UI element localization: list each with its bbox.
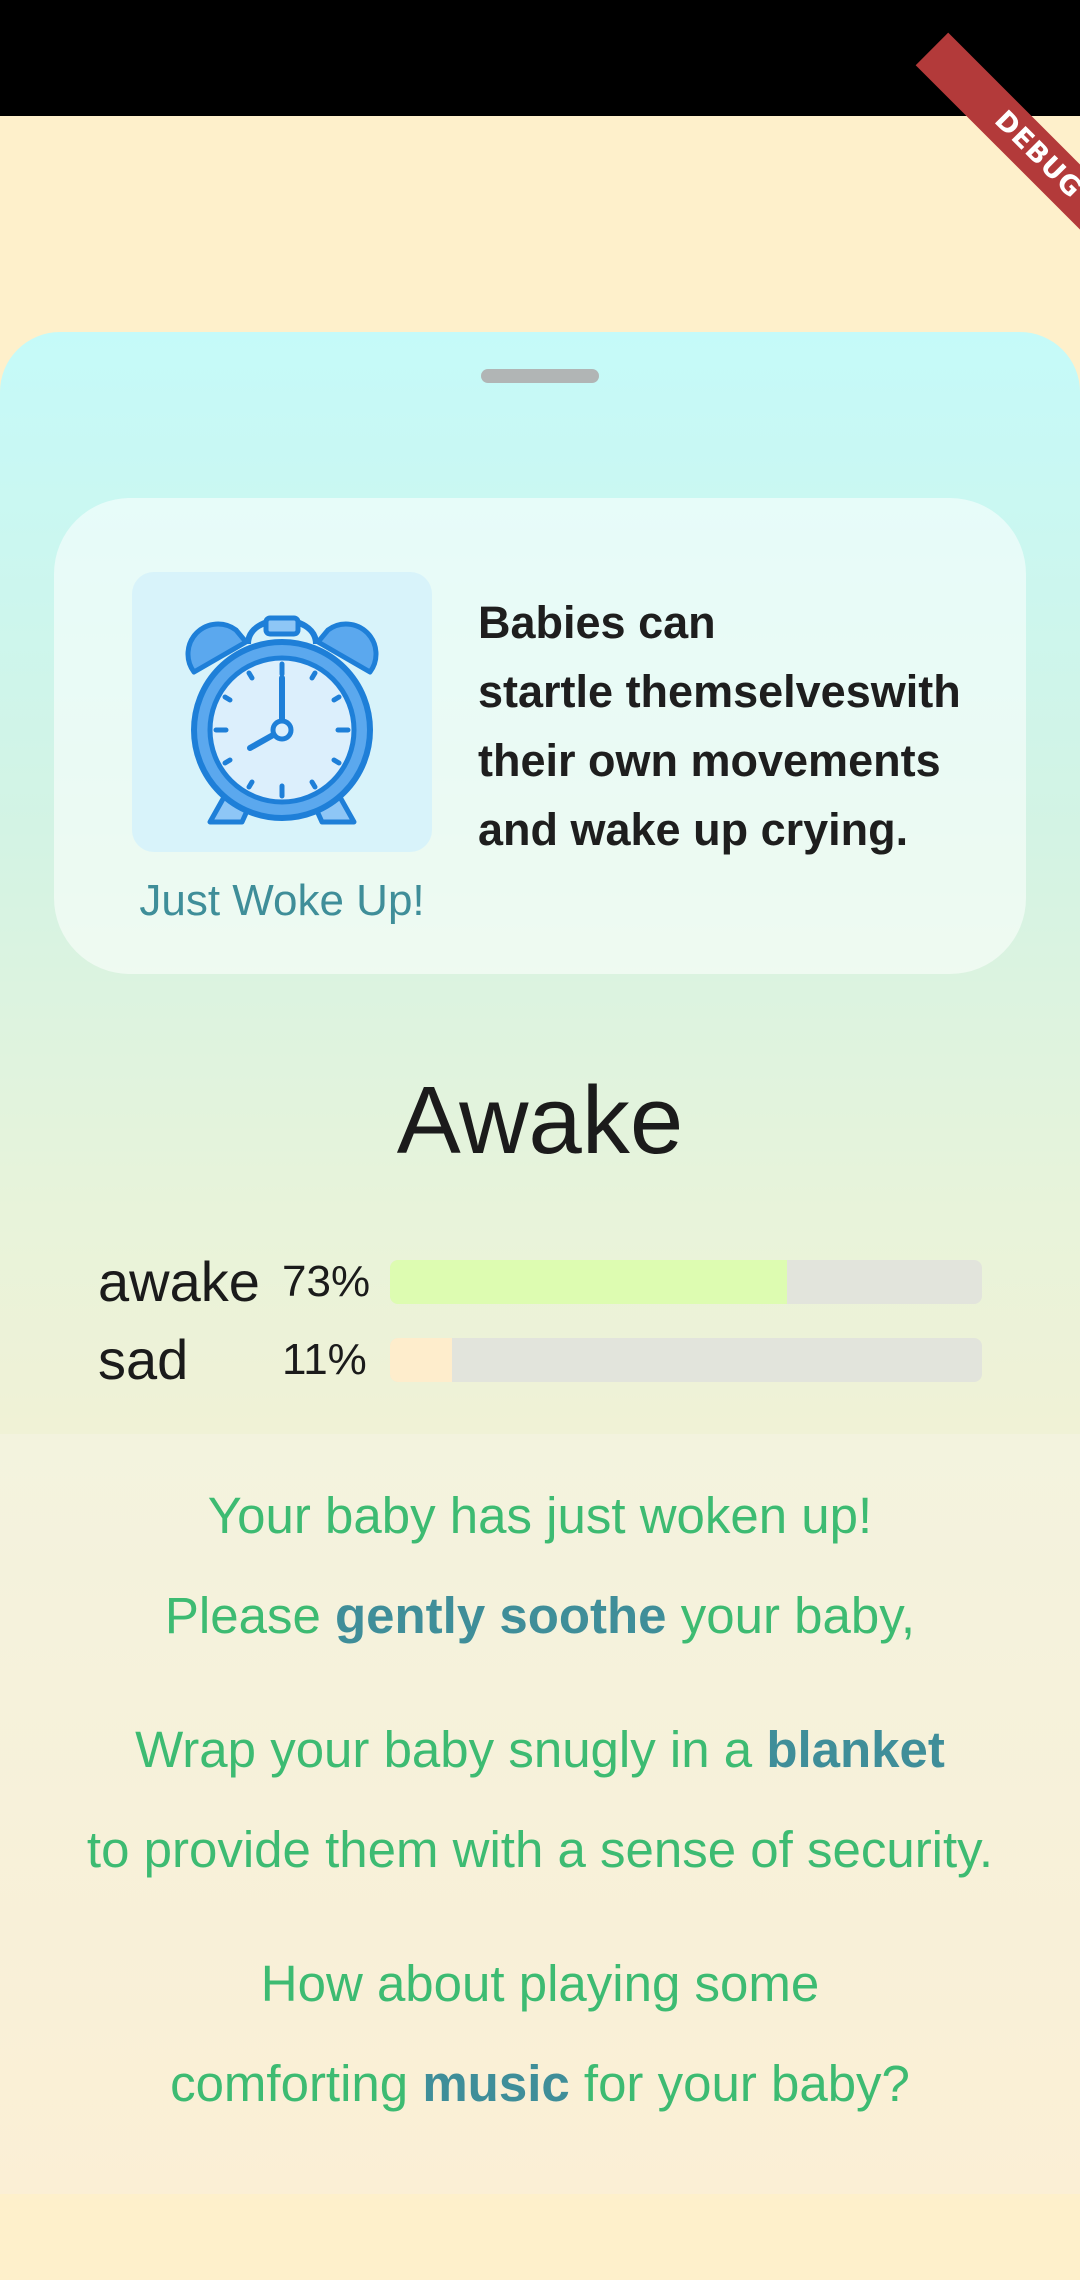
advice-line: How about playing some — [260, 1955, 820, 2012]
emotion-label: awake — [98, 1250, 260, 1313]
status-bar — [0, 0, 1080, 116]
alarm-clock-icon — [185, 615, 379, 825]
advice-line: comforting music for your baby? — [0, 2054, 1080, 2114]
tip-line: and wake up crying. — [478, 804, 909, 855]
state-title: Awake — [396, 1067, 684, 1174]
emotion-row-sad: sad 11% — [0, 1332, 1080, 1388]
tip-line: startle themselveswith — [478, 666, 961, 717]
advice-line: Please gently soothe your baby, — [0, 1586, 1080, 1646]
advice-line: to provide them with a sense of security… — [86, 1821, 994, 1878]
bottom-sheet: Just Woke Up! Babies can startle themsel… — [0, 332, 1080, 1434]
advice-text: for your baby? — [569, 2055, 910, 2112]
advice-section: Your baby has just woken up! Please gent… — [0, 1434, 1080, 2194]
icon-tile — [132, 572, 432, 852]
advice-highlight: gently soothe — [335, 1587, 667, 1644]
emotion-progress-bar — [390, 1260, 982, 1304]
emotion-progress-fill — [390, 1260, 787, 1304]
tip-text: Babies can startle themselveswith their … — [478, 588, 998, 864]
emotion-percent: 11% — [282, 1335, 367, 1384]
drag-handle[interactable] — [481, 369, 599, 383]
emotion-label: sad — [98, 1328, 189, 1391]
advice-text: your baby, — [666, 1587, 916, 1644]
advice-highlight: music — [422, 2055, 570, 2112]
info-card: Just Woke Up! Babies can startle themsel… — [54, 498, 1026, 974]
emotion-percent: 73% — [282, 1257, 371, 1306]
emotion-progress-fill — [390, 1338, 453, 1382]
advice-highlight: blanket — [766, 1721, 945, 1778]
advice-text: Please — [164, 1587, 336, 1644]
tip-line: Babies can — [478, 597, 716, 648]
icon-caption: Just Woke Up! — [139, 876, 425, 925]
advice-line: Wrap your baby snugly in a blanket — [0, 1720, 1080, 1780]
advice-line: Your baby has just woken up! — [207, 1487, 873, 1544]
tip-line: their own movements — [478, 735, 941, 786]
advice-text: Wrap your baby snugly in a — [135, 1721, 767, 1778]
emotion-progress-bar — [390, 1338, 982, 1382]
emotion-row-awake: awake 73% — [0, 1254, 1080, 1310]
advice-text: comforting — [170, 2055, 423, 2112]
